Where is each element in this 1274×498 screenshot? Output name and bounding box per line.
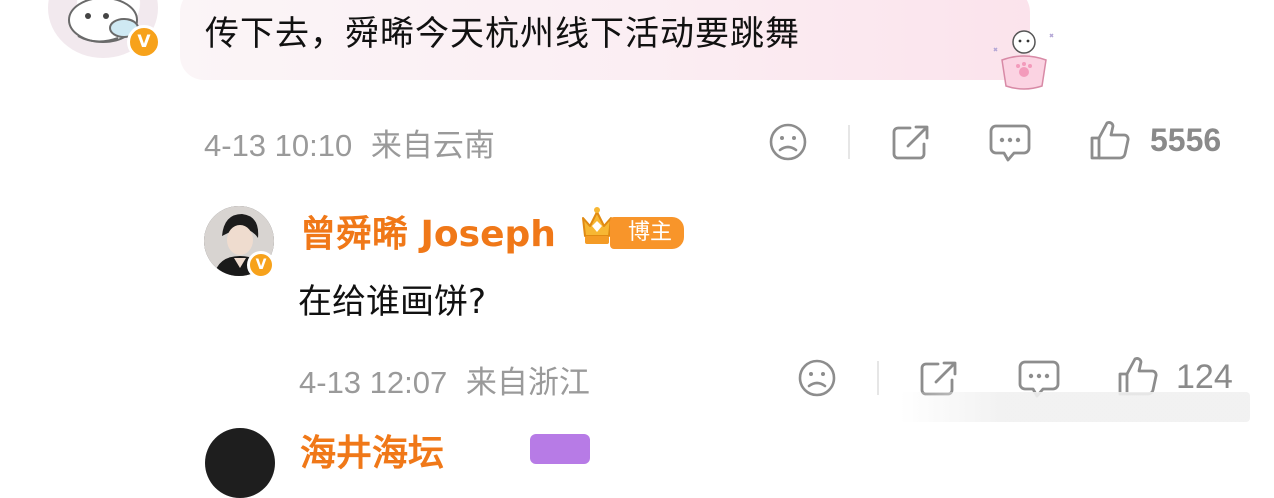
reply-location: 来自浙江: [465, 365, 590, 400]
reply-meta: 4-13 12:07 来自浙江: [299, 357, 590, 402]
reply-time: 4-13 12:07: [299, 365, 448, 400]
comment-text: 传下去，舜晞今天杭州线下活动要跳舞: [205, 14, 800, 54]
next-reply-badge: [530, 434, 590, 464]
verified-icon: V: [247, 251, 275, 279]
comment-meta: 4-13 10:10 来自云南: [204, 120, 495, 165]
comment-time: 4-13 10:10: [204, 128, 353, 163]
share-icon[interactable]: [890, 122, 932, 162]
reply-text: 在给谁画饼?: [298, 282, 487, 322]
frown-face-icon[interactable]: [797, 358, 837, 398]
thumbs-up-icon[interactable]: [1088, 118, 1132, 162]
crown-badge-icon: [582, 207, 612, 244]
comment-icon[interactable]: [988, 122, 1032, 164]
comment-location: 来自云南: [370, 128, 495, 163]
reply-username[interactable]: 曾舜晞 Joseph: [300, 205, 556, 257]
host-badge: 博主: [610, 217, 685, 249]
like-count: 5556: [1150, 122, 1222, 158]
divider: [848, 125, 850, 159]
next-reply-avatar[interactable]: [205, 428, 275, 498]
baby-sticker-icon: [993, 30, 1054, 90]
frown-face-icon[interactable]: [768, 122, 808, 162]
verified-icon: V: [127, 25, 161, 59]
watermark-overlay: [900, 392, 1250, 422]
next-reply-username[interactable]: 海井海坛: [300, 424, 444, 476]
divider: [877, 361, 879, 395]
